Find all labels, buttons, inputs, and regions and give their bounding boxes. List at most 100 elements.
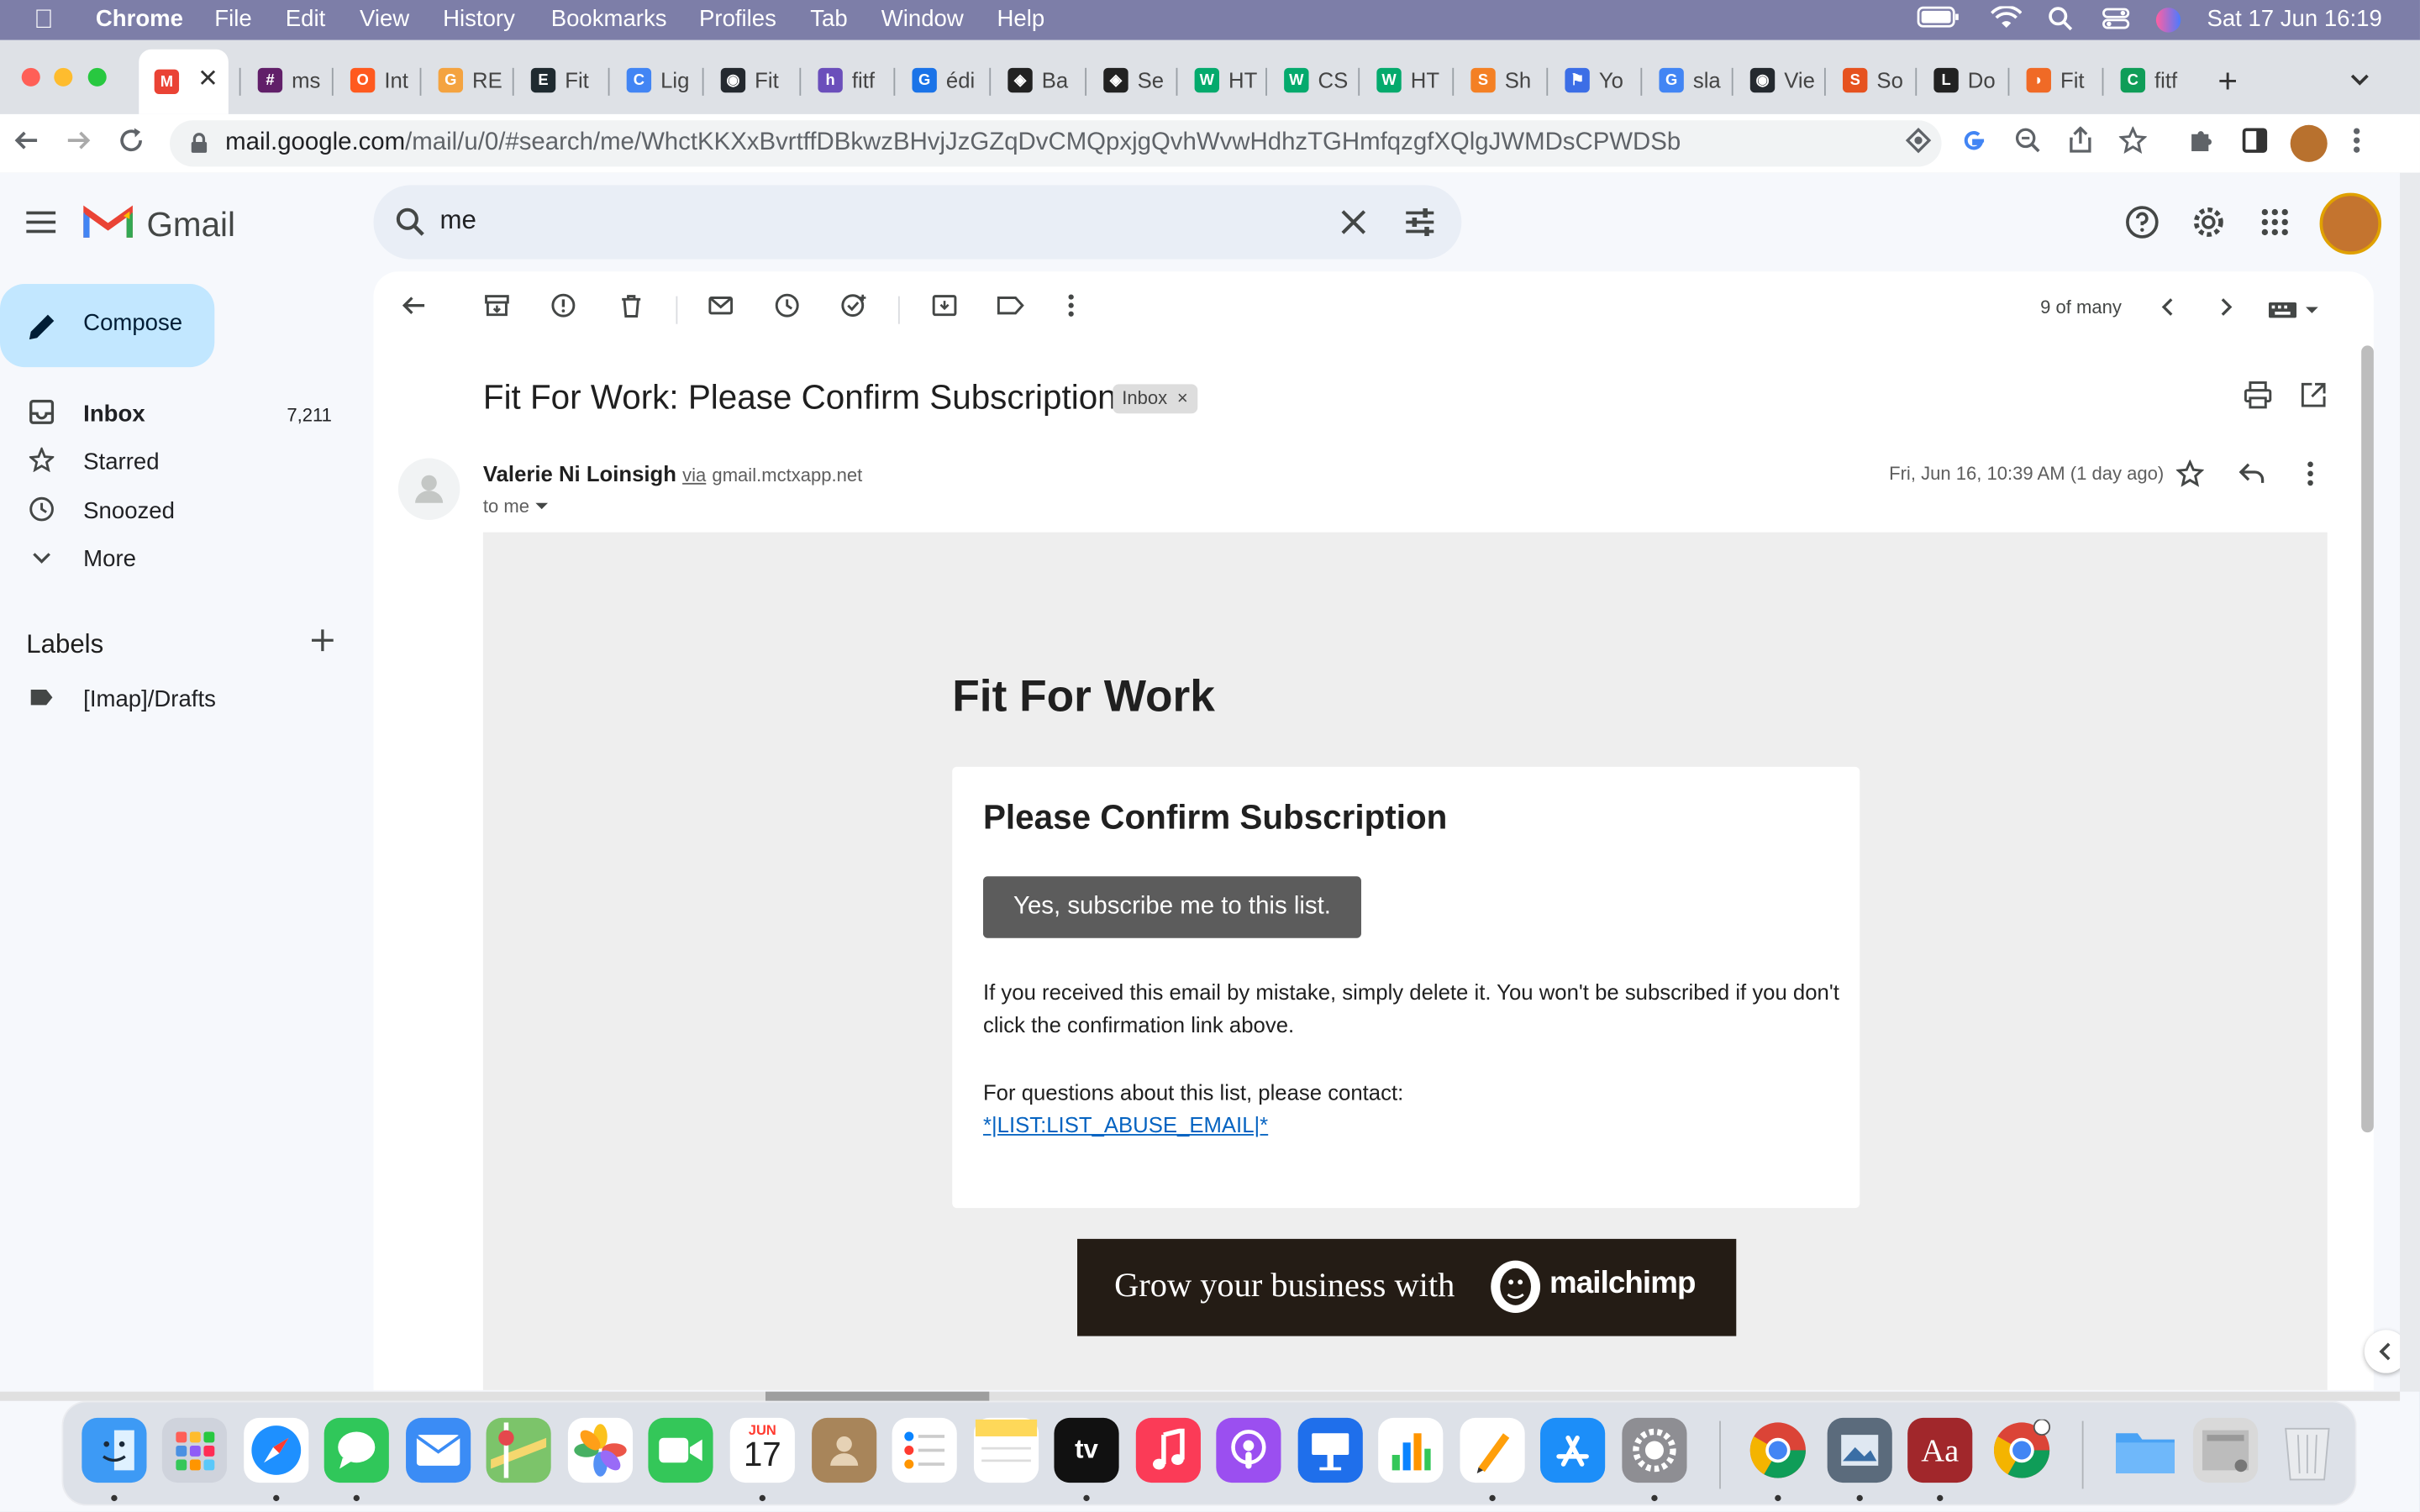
browser-tab[interactable]: ⚑ Yo: [1549, 54, 1634, 106]
sidebar-item-more[interactable]: More: [0, 535, 355, 585]
system-preferences-icon[interactable]: [1622, 1417, 1687, 1483]
snooze-clock-icon[interactable]: [771, 293, 802, 324]
browser-tab[interactable]: G RE: [423, 54, 508, 106]
print-icon[interactable]: [2244, 381, 2272, 417]
gmail-logo-icon[interactable]: [83, 203, 133, 248]
menu-profiles[interactable]: Profiles: [699, 6, 776, 32]
browser-tab[interactable]: Gsla: [1644, 54, 1728, 106]
url-text[interactable]: mail.google.com/mail/u/0/#search/me/Whct…: [225, 129, 1681, 157]
lock-icon[interactable]: [190, 133, 208, 162]
inbox-label-badge[interactable]: Inbox ×: [1113, 384, 1197, 414]
menu-file[interactable]: File: [214, 6, 251, 32]
new-tab-plus-icon[interactable]: +: [2217, 61, 2238, 102]
menu-edit[interactable]: Edit: [286, 6, 325, 32]
support-help-icon[interactable]: [2125, 205, 2159, 247]
open-new-window-icon[interactable]: [2300, 381, 2328, 417]
calendar-icon[interactable]: JUN 17: [729, 1417, 795, 1483]
downloads-folder-icon[interactable]: [2112, 1418, 2177, 1483]
create-label-plus-icon[interactable]: [310, 628, 334, 661]
mailchimp-banner[interactable]: Grow your business with mailchimp: [1077, 1238, 1737, 1336]
close-tab-icon[interactable]: ✕: [197, 63, 218, 94]
horizontal-scrollbar-thumb[interactable]: [765, 1391, 990, 1401]
siri-icon[interactable]: [2154, 6, 2182, 39]
menu-help[interactable]: Help: [997, 6, 1045, 32]
list-abuse-email-link[interactable]: *|LIST:LIST_ABUSE_EMAIL|*: [983, 1112, 1268, 1137]
browser-tab[interactable]: C Lig: [611, 54, 696, 106]
horizontal-scrollbar[interactable]: [0, 1391, 2401, 1401]
chrome-menu-kebab-icon[interactable]: [2352, 127, 2361, 162]
menu-bookmarks[interactable]: Bookmarks: [551, 6, 667, 32]
finder-icon[interactable]: [82, 1417, 147, 1483]
subscribe-confirm-button[interactable]: Yes, subscribe me to this list.: [982, 876, 1361, 938]
bookmark-star-icon[interactable]: [2118, 125, 2148, 162]
sidebar-label-imap-drafts[interactable]: [Imap]/Drafts: [0, 675, 355, 725]
zoom-icon[interactable]: [2014, 127, 2042, 162]
browser-tab[interactable]: Gédi: [897, 54, 981, 106]
chrome-icon[interactable]: [1745, 1418, 1810, 1483]
contacts-icon[interactable]: [812, 1417, 877, 1483]
preview-icon[interactable]: [1827, 1417, 1892, 1483]
remove-label-close-icon[interactable]: ×: [1177, 387, 1188, 409]
clear-search-close-icon[interactable]: [1339, 208, 1367, 244]
tab-search-chevron-icon[interactable]: [2349, 68, 2370, 96]
zoom-window-button[interactable]: [87, 67, 107, 87]
search-input[interactable]: me: [439, 205, 476, 236]
sender-name[interactable]: Valerie Ni Loinsigh: [483, 461, 676, 486]
recipient-line[interactable]: to me: [483, 496, 550, 517]
browser-tab[interactable]: ◈ Ba: [992, 54, 1077, 106]
browser-tab[interactable]: ◉ Fit: [705, 54, 790, 106]
browser-tab[interactable]: W HT: [1361, 54, 1446, 106]
main-menu-hamburger-icon[interactable]: [26, 210, 57, 243]
app-store-icon[interactable]: [1540, 1417, 1606, 1483]
settings-gear-icon[interactable]: [2191, 205, 2225, 247]
menu-view[interactable]: View: [360, 6, 409, 32]
menu-history[interactable]: History: [443, 6, 515, 32]
apple-tv-icon[interactable]: tv: [1054, 1417, 1119, 1483]
pages-icon[interactable]: [1460, 1417, 1525, 1483]
browser-tab[interactable]: ◉ Vie: [1734, 54, 1819, 106]
cast-eye-icon[interactable]: [1904, 127, 1932, 162]
menu-window[interactable]: Window: [881, 6, 964, 32]
browser-tab[interactable]: S So: [1828, 54, 1912, 106]
wifi-icon[interactable]: [1990, 5, 2023, 37]
browser-tab[interactable]: S Sh: [1455, 54, 1540, 106]
battery-icon[interactable]: [1917, 6, 1960, 34]
reply-arrow-icon[interactable]: [2238, 459, 2265, 495]
browser-tab[interactable]: ◗ Fit: [2011, 54, 2096, 106]
browser-tab[interactable]: h fitf: [802, 54, 887, 106]
notes-icon[interactable]: [973, 1417, 1039, 1483]
browser-tab[interactable]: E Fit: [515, 54, 600, 106]
chrome-profile-icon[interactable]: [1990, 1418, 2054, 1483]
browser-tab[interactable]: M ✕: [139, 49, 229, 114]
launchpad-icon[interactable]: [161, 1417, 227, 1483]
menu-clock[interactable]: Sat 17 Jun 16:19: [2207, 6, 2381, 32]
messages-icon[interactable]: [324, 1417, 389, 1483]
search-icon[interactable]: [395, 207, 426, 245]
control-center-icon[interactable]: [2102, 6, 2130, 37]
add-to-tasks-icon[interactable]: [839, 293, 871, 324]
trash-icon[interactable]: [2275, 1418, 2339, 1483]
mark-unread-mail-icon[interactable]: [705, 293, 736, 324]
move-to-icon[interactable]: [929, 293, 960, 324]
share-icon[interactable]: [2068, 126, 2092, 162]
sender-avatar[interactable]: [397, 458, 460, 520]
back-to-search-arrow-icon[interactable]: [398, 293, 429, 324]
chrome-profile-avatar[interactable]: [2290, 124, 2328, 162]
menu-app-name[interactable]: Chrome: [96, 6, 183, 32]
back-arrow-icon[interactable]: [13, 127, 40, 162]
via-link[interactable]: via: [682, 465, 706, 486]
safari-icon[interactable]: [244, 1417, 309, 1483]
browser-tab[interactable]: W HT: [1179, 54, 1264, 106]
delete-trash-icon[interactable]: [616, 293, 647, 324]
mail-icon[interactable]: [406, 1417, 471, 1483]
sidebar-item-starred[interactable]: Starred: [0, 438, 355, 488]
more-actions-kebab-icon[interactable]: [1055, 293, 1086, 324]
recent-document-stack-icon[interactable]: [2192, 1417, 2259, 1483]
reload-icon[interactable]: [118, 127, 145, 162]
podcasts-icon[interactable]: [1216, 1417, 1281, 1483]
input-tools-keyboard-icon[interactable]: [2268, 299, 2321, 327]
extensions-puzzle-icon[interactable]: [2187, 127, 2215, 162]
older-chevron-right-icon[interactable]: [2217, 297, 2236, 326]
newer-chevron-left-icon[interactable]: [2158, 297, 2176, 326]
browser-tab[interactable]: # ms: [242, 54, 327, 106]
